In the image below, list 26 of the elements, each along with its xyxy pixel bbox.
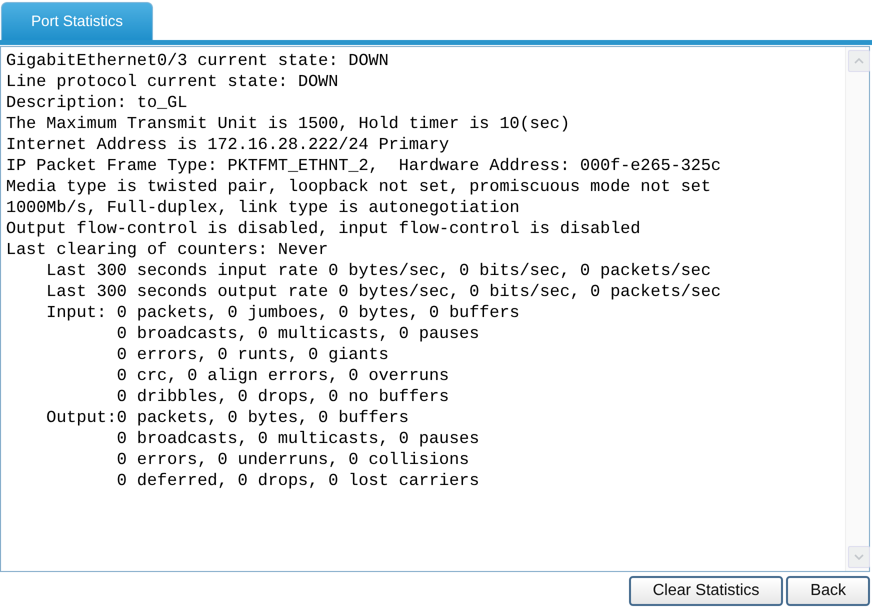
output-line: GigabitEthernet0/3 current state: DOWN: [6, 51, 390, 72]
output-line: Line protocol current state: DOWN: [6, 72, 340, 93]
output-line: 1000Mb/s, Full-duplex, link type is autonegotiation: [6, 198, 521, 219]
output-line: 0 errors, 0 runts, 0 giants: [116, 345, 390, 366]
output-line: Last clearing of counters: Never: [6, 240, 330, 261]
output-line: Output:0 packets, 0 bytes, 0 buffers: [45, 408, 410, 429]
output-line: 0 crc, 0 align errors, 0 overruns: [116, 366, 450, 387]
output-line: The Maximum Transmit Unit is 1500, Hold timer is 10(sec): [6, 114, 571, 135]
output-line: Last 300 seconds output rate 0 bytes/sec, 0 bits/sec, 0 packets/sec: [45, 282, 722, 303]
output-line: Input: 0 packets, 0 jumboes, 0 bytes, 0 buffers: [45, 303, 521, 324]
clear-statistics-button[interactable]: Clear Statistics: [628, 576, 784, 606]
scroll-down-icon[interactable]: [848, 546, 870, 568]
output-line: IP Packet Frame Type: PKTFMT_ETHNT_2, Hardware Address: 000f-e265-325c: [6, 156, 722, 177]
scroll-up-icon[interactable]: [848, 50, 870, 72]
back-button[interactable]: Back: [786, 576, 870, 606]
output-line: Internet Address is 172.16.28.222/24 Primary: [6, 135, 450, 156]
output-line: Description: to_GL: [6, 93, 188, 114]
output-line: 0 broadcasts, 0 multicasts, 0 pauses: [116, 324, 480, 345]
output-line: Output flow-control is disabled, input flow-control is disabled: [6, 219, 642, 240]
output-line: Media type is twisted pair, loopback not set, promiscuous mode not set: [6, 177, 712, 198]
output-line: 0 errors, 0 underruns, 0 collisions: [116, 450, 470, 471]
output-line: 0 deferred, 0 drops, 0 lost carriers: [116, 471, 480, 492]
output-line: 0 broadcasts, 0 multicasts, 0 pauses: [116, 429, 480, 450]
scrollbar[interactable]: [845, 47, 869, 571]
output-line: Last 300 seconds input rate 0 bytes/sec, 0 bits/sec, 0 packets/sec: [45, 261, 712, 282]
output-line: 0 dribbles, 0 drops, 0 no buffers: [116, 387, 450, 408]
